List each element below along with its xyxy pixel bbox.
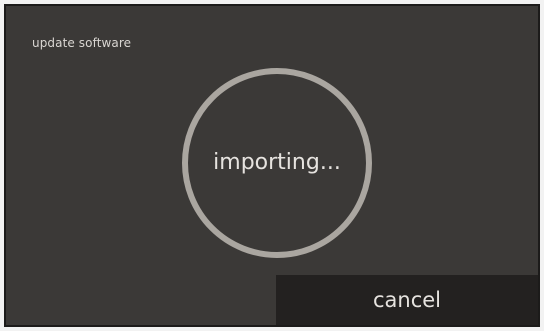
cancel-button-label: cancel <box>372 288 442 312</box>
status-text: importing... <box>213 149 341 175</box>
progress-ring-icon: importing... <box>182 68 372 258</box>
update-screen: update software importing... cancel <box>4 4 540 327</box>
screen-title: update software <box>32 36 132 50</box>
cancel-button[interactable]: cancel <box>276 275 538 325</box>
